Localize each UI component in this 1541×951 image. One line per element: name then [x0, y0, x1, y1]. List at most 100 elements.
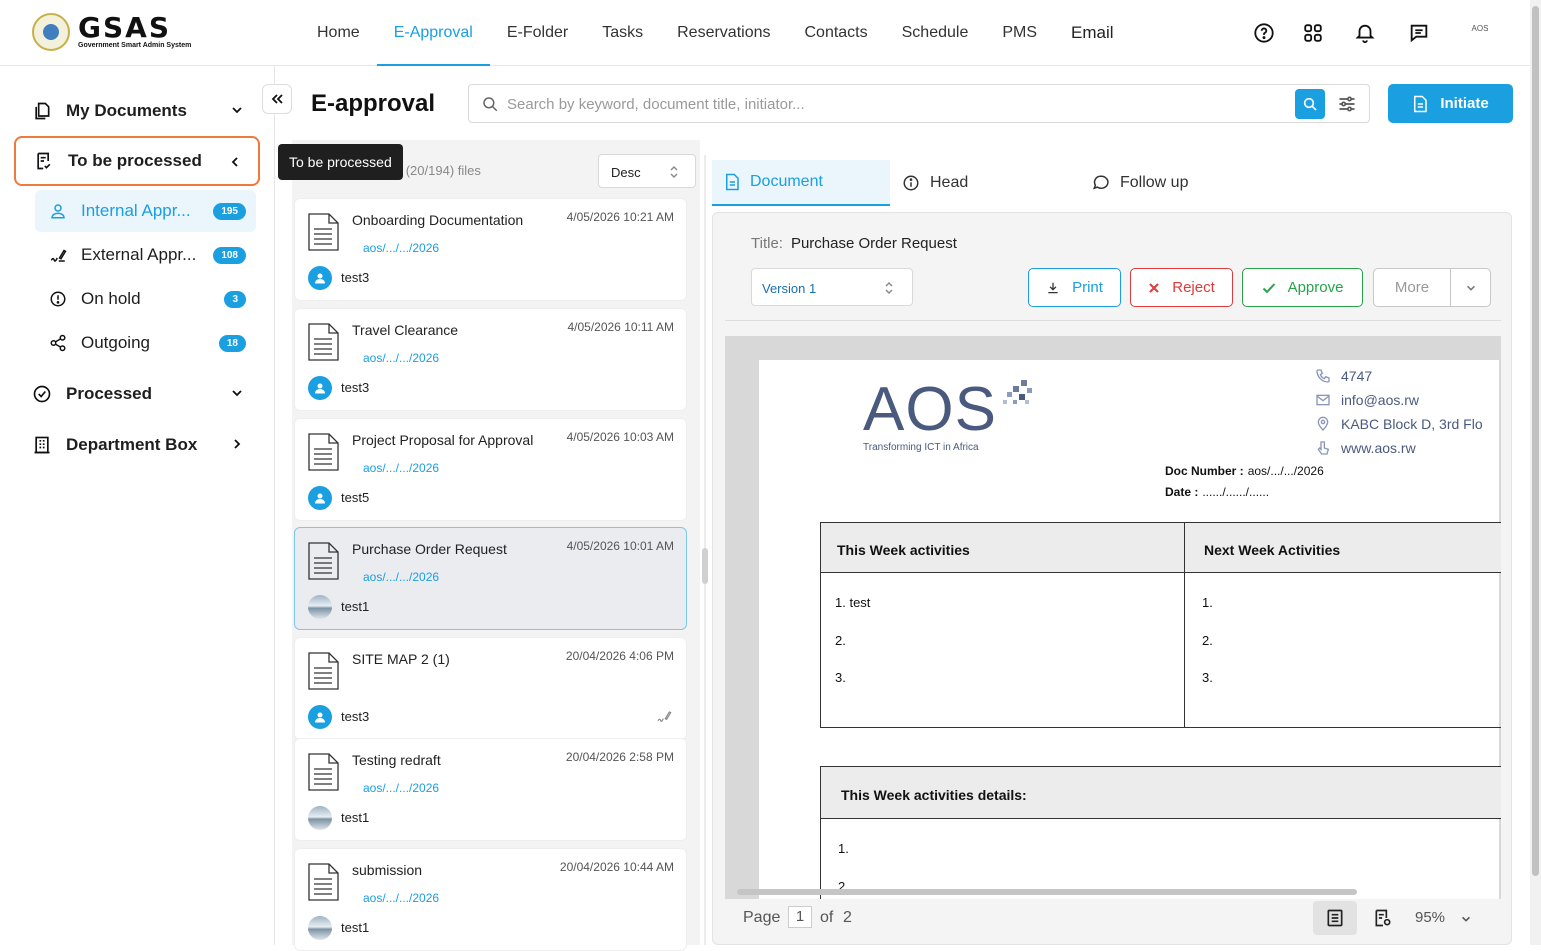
item-date: 4/05/2026 10:21 AM: [566, 210, 674, 224]
list-item[interactable]: Onboarding Documentation 4/05/2026 10:21 …: [294, 198, 687, 301]
nav-e-approval[interactable]: E-Approval: [376, 0, 490, 66]
print-label: Print: [1072, 279, 1103, 296]
page-label: Page: [743, 909, 781, 926]
contact-address: KABC Block D, 3rd Flo: [1315, 416, 1483, 432]
page-scrollbar[interactable]: [1530, 0, 1541, 945]
tab-document[interactable]: Document: [712, 160, 890, 206]
sidebar-item-to-be-processed[interactable]: To be processed: [14, 136, 260, 186]
documents-icon: [35, 102, 50, 120]
location-pin-icon: [1317, 416, 1329, 431]
search-icon: [1303, 97, 1317, 111]
filter-sliders-icon[interactable]: [1337, 94, 1357, 114]
next-week-item: 1.: [1202, 595, 1213, 610]
title-label: Title:: [751, 235, 783, 252]
sidebar-item-on-hold[interactable]: On hold 3: [35, 278, 256, 320]
sidebar-item-label: External Appr...: [81, 245, 197, 264]
list-item[interactable]: Travel Clearance 4/05/2026 10:11 AM aos/..…: [294, 308, 687, 411]
more-dropdown-button[interactable]: [1451, 268, 1491, 307]
list-item[interactable]: Purchase Order Request 4/05/2026 10:01 AM…: [294, 527, 687, 630]
nav-email[interactable]: Email: [1054, 0, 1131, 66]
viewer-hscroll-thumb[interactable]: [737, 889, 1357, 895]
top-bar: GSAS Government Smart Admin System Home …: [0, 0, 1530, 66]
nav-e-folder[interactable]: E-Folder: [490, 0, 585, 66]
double-chevron-left-icon: [271, 94, 283, 104]
search-input[interactable]: [507, 92, 1287, 116]
count-badge: 195: [213, 203, 246, 220]
avatar: [308, 806, 332, 830]
tab-follow-up[interactable]: Follow up: [1080, 160, 1280, 206]
initiate-button[interactable]: Initiate: [1388, 84, 1513, 123]
tab-head[interactable]: Head: [890, 160, 1080, 206]
sidebar-item-department-box[interactable]: Department Box: [14, 420, 260, 470]
splitter-handle[interactable]: [702, 548, 708, 584]
nav-tasks[interactable]: Tasks: [585, 0, 660, 66]
person-icon: [315, 493, 325, 504]
count-badge: 108: [213, 247, 246, 264]
list-item[interactable]: SITE MAP 2 (1) 20/04/2026 4:06 PM test3: [294, 637, 687, 740]
document-icon: [308, 433, 339, 471]
sidebar-item-external-approval[interactable]: External Appr... 108: [35, 234, 256, 276]
user-avatar[interactable]: AOS: [1468, 24, 1492, 40]
list-item[interactable]: Testing redraft 20/04/2026 2:58 PM aos/...…: [294, 738, 687, 841]
nav-home[interactable]: Home: [300, 0, 377, 66]
sidebar-item-outgoing[interactable]: Outgoing 18: [35, 322, 256, 364]
doc-number-label: Doc Number :: [1165, 464, 1244, 478]
reject-button[interactable]: Reject: [1130, 268, 1233, 307]
single-page-view-button[interactable]: [1313, 901, 1357, 935]
apps-grid-icon[interactable]: [1302, 22, 1324, 44]
person-icon: [315, 273, 325, 284]
collapse-sidebar-button[interactable]: [262, 84, 292, 114]
list-item[interactable]: Project Proposal for Approval 4/05/2026 1…: [294, 418, 687, 521]
zoom-level[interactable]: 95%: [1415, 909, 1445, 926]
nav-contacts[interactable]: Contacts: [787, 0, 884, 66]
sidebar-item-internal-approval[interactable]: Internal Appr... 195: [35, 190, 256, 232]
app-logo[interactable]: GSAS Government Smart Admin System: [32, 13, 191, 51]
sidebar-item-processed[interactable]: Processed: [14, 369, 260, 419]
sidebar-item-label: Processed: [66, 384, 152, 403]
logo-text: AOS: [863, 375, 997, 444]
page-number-input[interactable]: 1: [788, 906, 812, 928]
info-icon: [903, 175, 919, 191]
chat-icon[interactable]: [1408, 22, 1430, 44]
nav-reservations[interactable]: Reservations: [660, 0, 787, 66]
brand-name: GSAS: [78, 11, 171, 44]
page-scrollbar-thumb[interactable]: [1532, 6, 1539, 876]
item-title: Onboarding Documentation: [352, 212, 524, 228]
item-user: test3: [341, 380, 370, 395]
check-icon: [1262, 282, 1275, 293]
sort-value: Desc: [611, 165, 641, 180]
this-week-item: 1. test: [835, 595, 871, 610]
thumbnail-view-button[interactable]: [1365, 901, 1401, 935]
item-reference: aos/.../.../2026: [363, 891, 440, 905]
item-date: 4/05/2026 10:11 AM: [567, 320, 674, 334]
document-icon: [1414, 95, 1428, 112]
list-item[interactable]: submission 20/04/2026 10:44 AM aos/.../...…: [294, 848, 687, 951]
bell-icon[interactable]: [1354, 22, 1376, 44]
sidebar-item-my-documents[interactable]: My Documents: [14, 86, 260, 136]
document-viewer[interactable]: AOS Transforming ICT in Africa 4747 info…: [725, 336, 1501, 899]
count-badge: 3: [224, 291, 246, 308]
version-select[interactable]: Version 1: [751, 268, 913, 306]
search-button[interactable]: [1295, 89, 1325, 119]
nav-schedule[interactable]: Schedule: [885, 0, 986, 66]
help-icon[interactable]: [1253, 22, 1275, 44]
viewer-horizontal-scrollbar[interactable]: [725, 887, 1501, 897]
this-week-header: This Week activities: [837, 542, 970, 558]
website-text: www.aos.rw: [1341, 440, 1416, 456]
document-title: Title: Purchase Order Request: [751, 235, 957, 252]
item-title: Testing redraft: [352, 752, 441, 768]
more-button[interactable]: More: [1373, 268, 1451, 307]
document-icon: [308, 323, 339, 361]
approve-button[interactable]: Approve: [1242, 268, 1363, 307]
approve-label: Approve: [1287, 279, 1344, 296]
chevron-down-icon[interactable]: [1460, 913, 1472, 925]
document-page: AOS Transforming ICT in Africa 4747 info…: [759, 360, 1501, 899]
avatar: [308, 916, 332, 940]
sort-select[interactable]: Desc: [598, 154, 696, 188]
nav-pms[interactable]: PMS: [985, 0, 1054, 66]
item-title: Project Proposal for Approval: [352, 432, 534, 448]
item-date: 20/04/2026 2:58 PM: [565, 750, 674, 764]
print-button[interactable]: Print: [1028, 268, 1121, 307]
document-icon: [726, 173, 739, 191]
sidebar-item-label: On hold: [81, 289, 141, 308]
